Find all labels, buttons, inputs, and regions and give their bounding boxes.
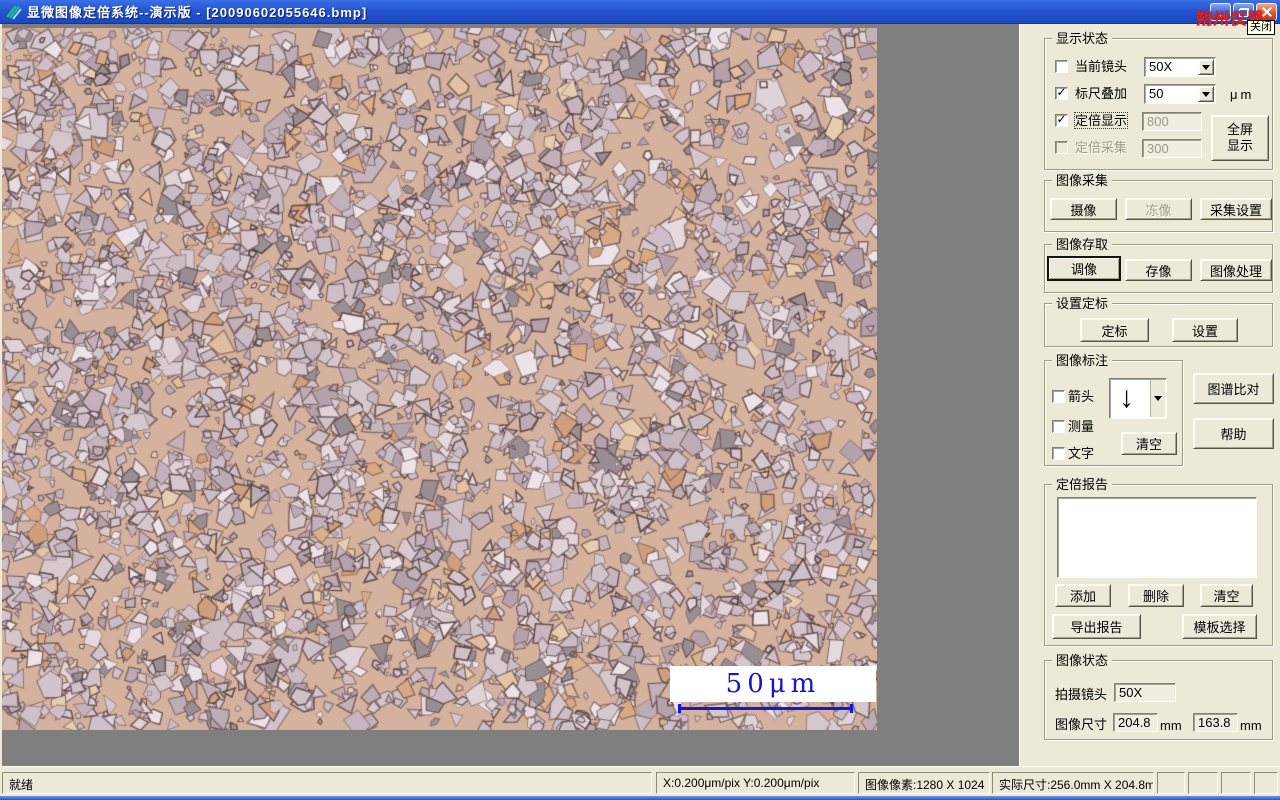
scale-overlay-label: 标尺叠加 <box>1075 86 1128 101</box>
template-select-button[interactable]: 模板选择 <box>1182 614 1257 639</box>
image-height-unit: mm <box>1240 718 1262 733</box>
export-report-button[interactable]: 导出报告 <box>1052 614 1141 639</box>
client-area: 50μm 显示状态 当前镜头 50X ✓ 标尺叠加 50 μm ✓ 定倍显示 8… <box>0 24 1280 766</box>
close-icon <box>1262 7 1272 17</box>
group-report: 定倍报告 添加 删除 清空 导出报告 模板选择 <box>1044 477 1273 646</box>
calibration-settings-button[interactable]: 设置 <box>1172 318 1238 342</box>
freeze-button: 冻像 <box>1125 198 1192 220</box>
app-icon[interactable] <box>5 3 22 20</box>
image-width-unit: mm <box>1160 718 1182 733</box>
arrow-checkbox[interactable] <box>1052 390 1065 403</box>
group-title: 设置定标 <box>1052 296 1113 311</box>
load-image-button[interactable]: 调像 <box>1047 256 1121 281</box>
close-button[interactable] <box>1256 3 1277 21</box>
status-bar: 就绪 X:0.200μm/pix Y:0.200μm/pix 图像像素:1280… <box>0 766 1280 796</box>
scale-overlay-combobox[interactable]: 50 <box>1144 84 1216 104</box>
arrow-style-combobox[interactable]: ↓ <box>1109 378 1167 419</box>
status-empty-cell <box>1254 772 1278 794</box>
group-calibration: 设置定标 定标 设置 <box>1044 296 1273 347</box>
arrow-label: 箭头 <box>1068 389 1095 404</box>
fixed-display-checkbox[interactable]: ✓ <box>1055 112 1068 127</box>
scale-overlay-value: 50 <box>1149 86 1164 101</box>
group-annotation: 图像标注 箭头 ↓ 测量 清空 文字 <box>1044 353 1183 466</box>
shooting-lens-field[interactable]: 50X <box>1114 683 1176 702</box>
fullscreen-label-line2: 显示 <box>1226 138 1253 153</box>
chevron-down-icon[interactable] <box>1150 380 1165 417</box>
current-lens-label: 当前镜头 <box>1075 59 1128 74</box>
report-add-button[interactable]: 添加 <box>1055 584 1111 607</box>
scale-overlay-unit: μm <box>1230 87 1255 102</box>
scale-bar-line <box>678 704 853 713</box>
current-lens-value: 50X <box>1149 59 1173 74</box>
measure-label: 测量 <box>1068 419 1095 434</box>
measure-checkbox[interactable] <box>1052 420 1065 433</box>
status-image-pixels: 图像像素:1280 X 1024 <box>858 772 990 794</box>
image-width-field[interactable]: 204.8 <box>1113 713 1158 732</box>
help-button[interactable]: 帮助 <box>1193 418 1274 449</box>
down-arrow-icon: ↓ <box>1119 381 1134 414</box>
close-tooltip: 关闭 <box>1247 20 1275 35</box>
text-checkbox[interactable] <box>1052 447 1065 460</box>
group-title: 定倍报告 <box>1052 477 1113 492</box>
status-empty-cell <box>1188 772 1218 794</box>
current-lens-checkbox[interactable] <box>1055 60 1068 73</box>
group-title: 图像标注 <box>1052 353 1113 368</box>
fixed-capture-label: 定倍采集 <box>1075 140 1128 155</box>
chevron-down-icon[interactable] <box>1198 59 1214 75</box>
status-actual-size: 实际尺寸:256.0mm X 204.8mm <box>992 772 1154 794</box>
check-icon: ✓ <box>1056 112 1067 126</box>
window-controls <box>1210 3 1277 21</box>
annotation-clear-button[interactable]: 清空 <box>1121 432 1177 455</box>
status-pixel-scale: X:0.200μm/pix Y:0.200μm/pix <box>656 772 855 794</box>
scale-bar-overlay: 50μm <box>670 666 876 702</box>
group-capture: 图像采集 摄像 冻像 采集设置 <box>1044 173 1273 232</box>
image-process-button[interactable]: 图像处理 <box>1200 259 1272 281</box>
control-panel: 显示状态 当前镜头 50X ✓ 标尺叠加 50 μm ✓ 定倍显示 800 定倍 <box>1019 24 1280 766</box>
minimize-icon <box>1216 15 1225 17</box>
fullscreen-button[interactable]: 全屏 显示 <box>1211 115 1269 161</box>
status-ready: 就绪 <box>2 772 652 794</box>
minimize-button[interactable] <box>1210 3 1231 21</box>
text-label: 文字 <box>1068 446 1095 461</box>
group-title: 显示状态 <box>1052 31 1113 46</box>
image-size-label: 图像尺寸 <box>1055 717 1108 732</box>
group-title: 图像存取 <box>1052 237 1113 252</box>
scale-overlay-checkbox[interactable]: ✓ <box>1055 85 1068 100</box>
calibrate-button[interactable]: 定标 <box>1080 318 1149 342</box>
current-lens-combobox[interactable]: 50X <box>1144 57 1216 77</box>
group-title: 图像状态 <box>1052 653 1113 668</box>
status-empty-cell <box>1221 772 1251 794</box>
capture-settings-button[interactable]: 采集设置 <box>1200 198 1272 220</box>
camera-button[interactable]: 摄像 <box>1050 198 1117 220</box>
group-display-status: 显示状态 当前镜头 50X ✓ 标尺叠加 50 μm ✓ 定倍显示 800 定倍 <box>1044 31 1273 170</box>
save-image-button[interactable]: 存像 <box>1125 259 1192 281</box>
group-image-status: 图像状态 拍摄镜头 50X 图像尺寸 204.8 mm 163.8 mm <box>1044 653 1273 740</box>
fixed-capture-field: 300 <box>1142 139 1202 158</box>
status-empty-cell <box>1157 772 1185 794</box>
group-title: 图像采集 <box>1052 173 1113 188</box>
fullscreen-label-line1: 全屏 <box>1226 122 1253 137</box>
fixed-display-label: 定倍显示 <box>1073 112 1129 129</box>
taskbar-edge <box>0 796 1280 800</box>
group-storage: 图像存取 调像 存像 图像处理 <box>1044 237 1273 293</box>
fixed-capture-checkbox <box>1055 141 1068 154</box>
shooting-lens-label: 拍摄镜头 <box>1055 687 1108 702</box>
fixed-display-field: 800 <box>1142 112 1202 131</box>
window-title: 显微图像定倍系统--演示版 - [20090602055646.bmp] <box>27 5 368 20</box>
app-window: 显微图像定倍系统--演示版 - [20090602055646.bmp] 朔州仪… <box>0 0 1280 800</box>
micrograph-image <box>2 28 877 730</box>
check-icon: ✓ <box>1056 85 1067 99</box>
report-delete-button[interactable]: 删除 <box>1128 584 1184 607</box>
report-clear-button[interactable]: 清空 <box>1200 584 1253 607</box>
restore-icon <box>1238 7 1249 17</box>
chevron-down-icon[interactable] <box>1198 86 1214 102</box>
report-list[interactable] <box>1057 497 1257 578</box>
atlas-compare-button[interactable]: 图谱比对 <box>1193 373 1274 404</box>
image-height-field[interactable]: 163.8 <box>1193 713 1238 732</box>
restore-button[interactable] <box>1233 3 1254 21</box>
titlebar[interactable]: 显微图像定倍系统--演示版 - [20090602055646.bmp] 朔州仪… <box>0 0 1280 28</box>
scale-bar-label: 50μm <box>725 669 821 699</box>
